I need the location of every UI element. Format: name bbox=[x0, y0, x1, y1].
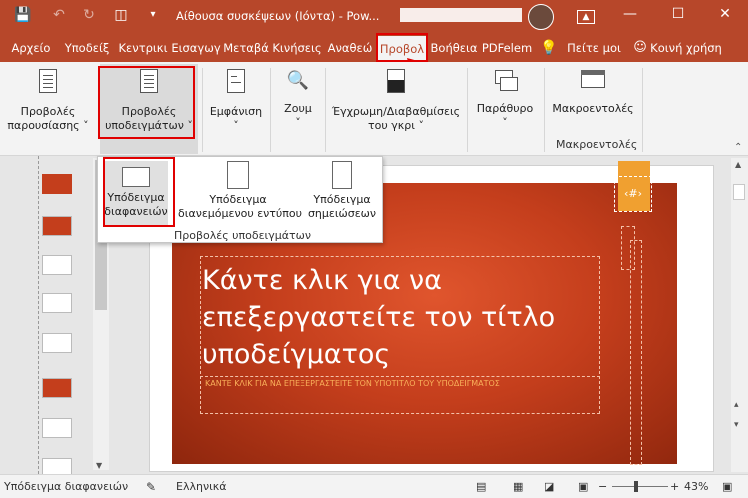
collapse-ribbon-icon[interactable]: ⌃ bbox=[734, 142, 742, 153]
customize-icon[interactable]: ▾ bbox=[144, 6, 162, 24]
master-views-button[interactable]: Προβολές υποδειγμάτων ˅ bbox=[100, 64, 198, 154]
zoom-slider[interactable] bbox=[612, 486, 668, 487]
color-grayscale-button[interactable]: Έγχρωμη/Διαβαθμίσεις του γκρι ˅ bbox=[328, 66, 464, 133]
ribbon-tabs: Αρχείο Υποδείξ Κεντρικι Εισαγωγ Μεταβά Κ… bbox=[0, 34, 748, 62]
zoom-level[interactable]: 43% bbox=[684, 480, 708, 493]
person-icon[interactable]: ☺ bbox=[632, 34, 648, 62]
status-view-label: Υπόδειγμα διαφανειών bbox=[4, 480, 129, 493]
maximize-icon[interactable]: ☐ bbox=[668, 6, 688, 22]
window-title: Αίθουσα συσκέψεων (Ιόντα) - Pow... bbox=[176, 9, 380, 23]
slideshow-icon[interactable]: ▣ bbox=[578, 480, 588, 493]
tab-file[interactable]: Αρχείο bbox=[6, 34, 56, 62]
slide-sorter-icon[interactable]: ▦ bbox=[513, 480, 523, 493]
spelling-icon[interactable]: ✎ bbox=[146, 480, 156, 494]
dropdown-group-label: Προβολές υποδειγμάτων bbox=[174, 229, 311, 242]
footer-placeholder[interactable] bbox=[630, 240, 642, 465]
reading-view-icon[interactable]: ◪ bbox=[544, 480, 554, 493]
show-icon bbox=[227, 69, 245, 93]
macros-button[interactable]: Μακροεντολές bbox=[548, 66, 638, 116]
zoom-button[interactable]: 🔍 Ζουμ ˅ bbox=[276, 66, 320, 130]
slide-master-icon bbox=[122, 167, 150, 187]
slide-number-placeholder[interactable]: ‹#› bbox=[614, 176, 652, 212]
master-views-icon bbox=[140, 69, 158, 93]
master-views-dropdown: Υπόδειγμα διαφανειών Υπόδειγμα διανεμόμε… bbox=[97, 156, 383, 243]
avatar[interactable] bbox=[528, 4, 554, 30]
next-slide-icon[interactable]: ▾ bbox=[734, 420, 739, 430]
thumbnail-layout[interactable] bbox=[42, 378, 72, 398]
show-button[interactable]: Εμφάνιση ˅ bbox=[206, 66, 266, 133]
tab-review[interactable]: Αναθεώ bbox=[324, 34, 376, 62]
presentation-views-button[interactable]: Προβολές παρουσίασης ˅ bbox=[4, 66, 92, 133]
notes-master-icon bbox=[332, 161, 352, 189]
tell-me-search[interactable]: Πείτε μοι bbox=[566, 34, 622, 62]
thumbnail-master[interactable] bbox=[42, 174, 72, 194]
window-icon bbox=[491, 66, 519, 96]
handout-master-button[interactable]: Υπόδειγμα διανεμόμενου εντύπου bbox=[178, 161, 302, 221]
window-button[interactable]: Παράθυρο ˅ bbox=[470, 66, 540, 130]
magnifier-icon: 🔍 bbox=[286, 70, 310, 91]
thumbnail-layout[interactable] bbox=[42, 418, 72, 438]
status-bar: Υπόδειγμα διαφανειών ✎ Ελληνικά ▤ ▦ ◪ ▣ … bbox=[0, 474, 748, 498]
thumbnail-layout[interactable] bbox=[42, 255, 72, 275]
scroll-down-icon[interactable]: ▼ bbox=[96, 461, 102, 470]
canvas-scrollbar[interactable]: ▲ ▴ ▾ bbox=[731, 158, 748, 472]
zoom-slider-thumb[interactable] bbox=[634, 481, 638, 492]
undo-icon[interactable]: ↶ bbox=[50, 6, 68, 24]
slide-title-text: Κάντε κλικ για να επεξεργαστείτε τον τίτ… bbox=[202, 265, 556, 370]
fit-slide-icon[interactable]: ▣ bbox=[722, 480, 732, 493]
lightbulb-icon[interactable]: 💡 bbox=[540, 34, 557, 62]
thumbnail-layout[interactable] bbox=[42, 293, 72, 313]
minimize-icon[interactable]: — bbox=[620, 6, 640, 22]
close-icon[interactable]: ✕ bbox=[715, 6, 735, 22]
slide-master-button[interactable]: Υπόδειγμα διαφανειών bbox=[104, 161, 168, 225]
ribbon-display-icon[interactable]: ▲ bbox=[577, 10, 595, 24]
ribbon: Προβολές παρουσίασης ˅ Προβολές υποδειγμ… bbox=[0, 62, 748, 156]
tab-design[interactable]: Υποδείξ bbox=[60, 34, 114, 62]
tab-pdfelement[interactable]: PDFelem bbox=[481, 34, 533, 62]
thumbnail-layout[interactable] bbox=[42, 333, 72, 353]
scroll-up-icon[interactable]: ▲ bbox=[735, 160, 741, 169]
thumbnail-layout[interactable] bbox=[42, 216, 72, 236]
slide-subtitle-text: ΚΑΝΤΕ ΚΛΙΚ ΓΙΑ ΝΑ ΕΠΕΞΕΡΓΑΣΤΕΙΤΕ ΤΟΝ ΥΠΟ… bbox=[205, 379, 500, 388]
macros-icon bbox=[579, 66, 607, 96]
zoom-in-icon[interactable]: + bbox=[670, 480, 679, 493]
zoom-out-icon[interactable]: − bbox=[598, 480, 607, 493]
tab-home[interactable]: Κεντρικι bbox=[116, 34, 170, 62]
share-button[interactable]: Κοινή χρήση bbox=[648, 34, 724, 62]
redo-icon[interactable]: ↻ bbox=[80, 6, 98, 24]
normal-view-icon[interactable]: ▤ bbox=[476, 480, 486, 493]
notes-master-button[interactable]: Υπόδειγμα σημειώσεων bbox=[304, 161, 380, 221]
color-grayscale-icon bbox=[387, 69, 405, 93]
prev-slide-icon[interactable]: ▴ bbox=[734, 400, 739, 410]
presentation-views-icon bbox=[39, 69, 57, 93]
title-bar: 💾 ↶ ↻ ◫ ▾ Αίθουσα συσκέψεων (Ιόντα) - Po… bbox=[0, 0, 748, 34]
redacted-block bbox=[400, 8, 522, 22]
tab-transitions[interactable]: Μεταβά bbox=[222, 34, 270, 62]
status-language[interactable]: Ελληνικά bbox=[176, 480, 227, 493]
macros-group-label: Μακροεντολές bbox=[556, 138, 638, 151]
tab-insert[interactable]: Εισαγωγ bbox=[170, 34, 222, 62]
tab-animations[interactable]: Κινήσεις bbox=[271, 34, 323, 62]
save-icon[interactable]: 💾 bbox=[14, 6, 32, 24]
present-icon[interactable]: ◫ bbox=[112, 6, 130, 24]
handout-master-icon bbox=[227, 161, 249, 189]
